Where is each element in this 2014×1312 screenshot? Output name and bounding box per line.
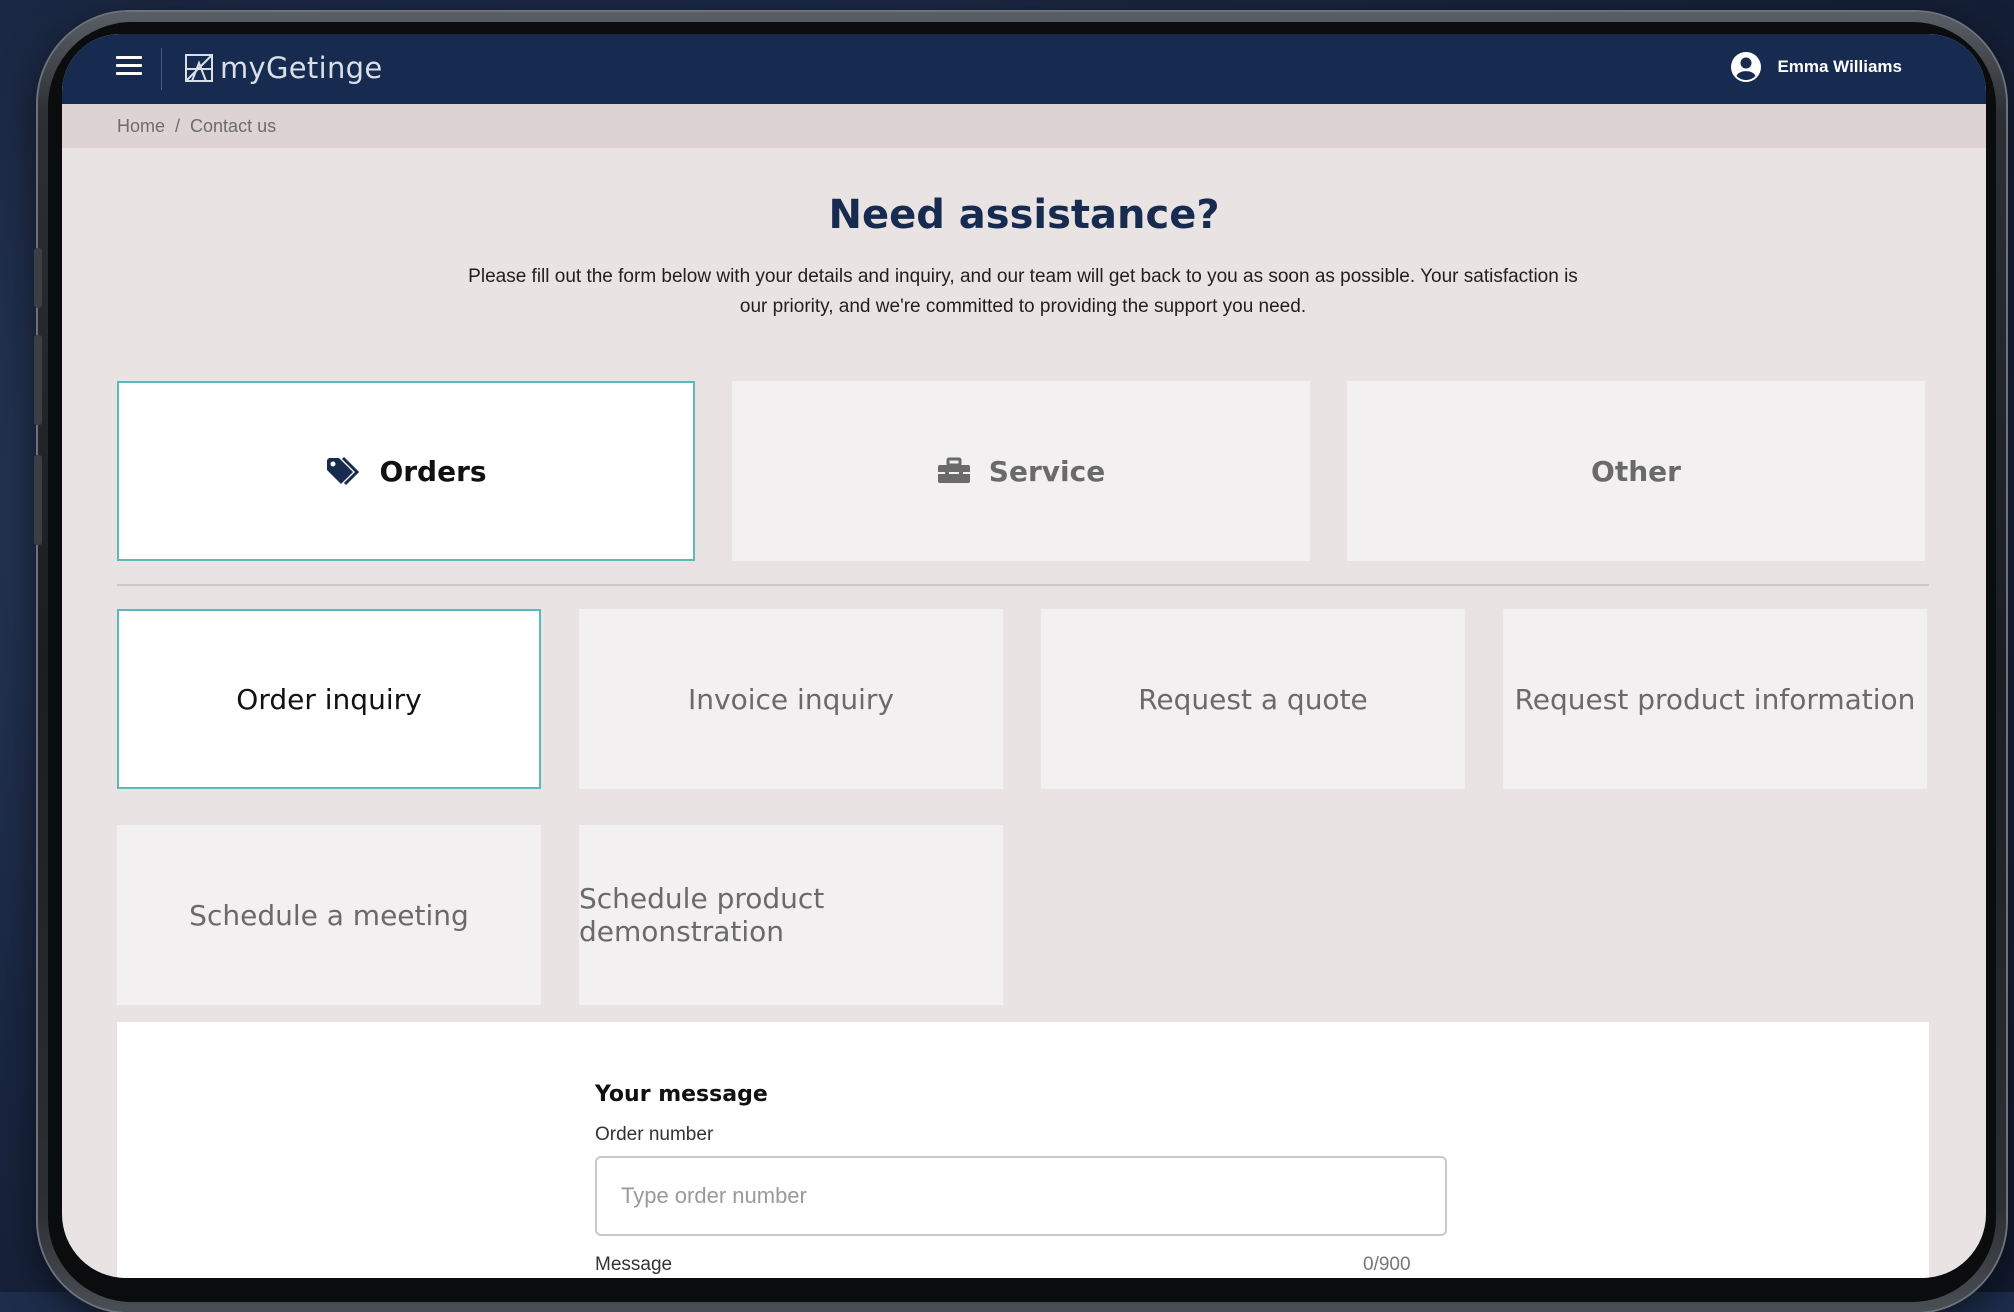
breadcrumb-separator: / [175,116,181,136]
subcategory-card-invoice-inquiry[interactable]: Invoice inquiry [579,609,1003,789]
breadcrumb-current: Contact us [190,116,277,136]
app-name: myGetinge [220,51,383,85]
subcategory-label: Schedule product demonstration [579,882,825,948]
top-navigation-bar: myGetinge Emma Williams [62,34,1986,104]
order-number-input[interactable] [595,1156,1447,1236]
device-side-button [34,335,42,425]
order-number-label: Order number [595,1124,714,1145]
user-avatar-icon [1731,52,1762,82]
message-character-counter: 0/900 [1363,1254,1411,1275]
header-divider [161,48,162,90]
subcategory-label: Request a quote [1138,682,1368,716]
toolbox-icon [937,457,971,485]
user-name: Emma Williams [1777,57,1902,76]
category-card-orders[interactable]: Orders [117,381,695,561]
tag-icon [325,456,361,486]
user-menu[interactable]: Emma Williams [1731,52,1902,82]
getinge-logo-icon [185,54,213,82]
app-logo[interactable]: myGetinge [184,50,382,86]
subcategory-label: Request product information [1514,682,1916,716]
subcategory-card-request-quote[interactable]: Request a quote [1041,609,1465,789]
page-description: Please fill out the form below with your… [468,266,1578,317]
page-title: Need assistance? [828,192,1220,238]
category-label: Orders [379,454,487,488]
category-card-service[interactable]: Service [732,381,1310,561]
category-label: Service [988,454,1106,488]
breadcrumb: Home / Contact us [62,104,1986,148]
category-card-other[interactable]: Other [1347,381,1925,561]
breadcrumb-home-link[interactable]: Home [117,116,165,136]
subcategory-card-request-product-information[interactable]: Request product information [1503,609,1927,789]
subcategory-label: Schedule a meeting [189,898,469,932]
hamburger-menu-icon[interactable] [116,56,142,78]
subcategory-card-schedule-meeting[interactable]: Schedule a meeting [117,825,541,1005]
subcategory-label: Order inquiry [236,682,422,716]
subcategory-card-order-inquiry[interactable]: Order inquiry [117,609,541,789]
message-label: Message [595,1254,673,1275]
section-divider [117,584,1929,586]
app-screen: myGetinge Emma Williams Home / Contact us … [62,34,1986,1278]
device-side-button [34,455,42,545]
subcategory-card-schedule-product-demonstration[interactable]: Schedule product demonstration [579,825,1003,1005]
device-side-button [34,248,42,308]
message-form-panel: Your message Order number Message 0/900 [117,1022,1929,1278]
subcategory-label: Invoice inquiry [688,682,894,716]
form-heading: Your message [595,1082,768,1107]
category-label: Other [1591,454,1681,488]
